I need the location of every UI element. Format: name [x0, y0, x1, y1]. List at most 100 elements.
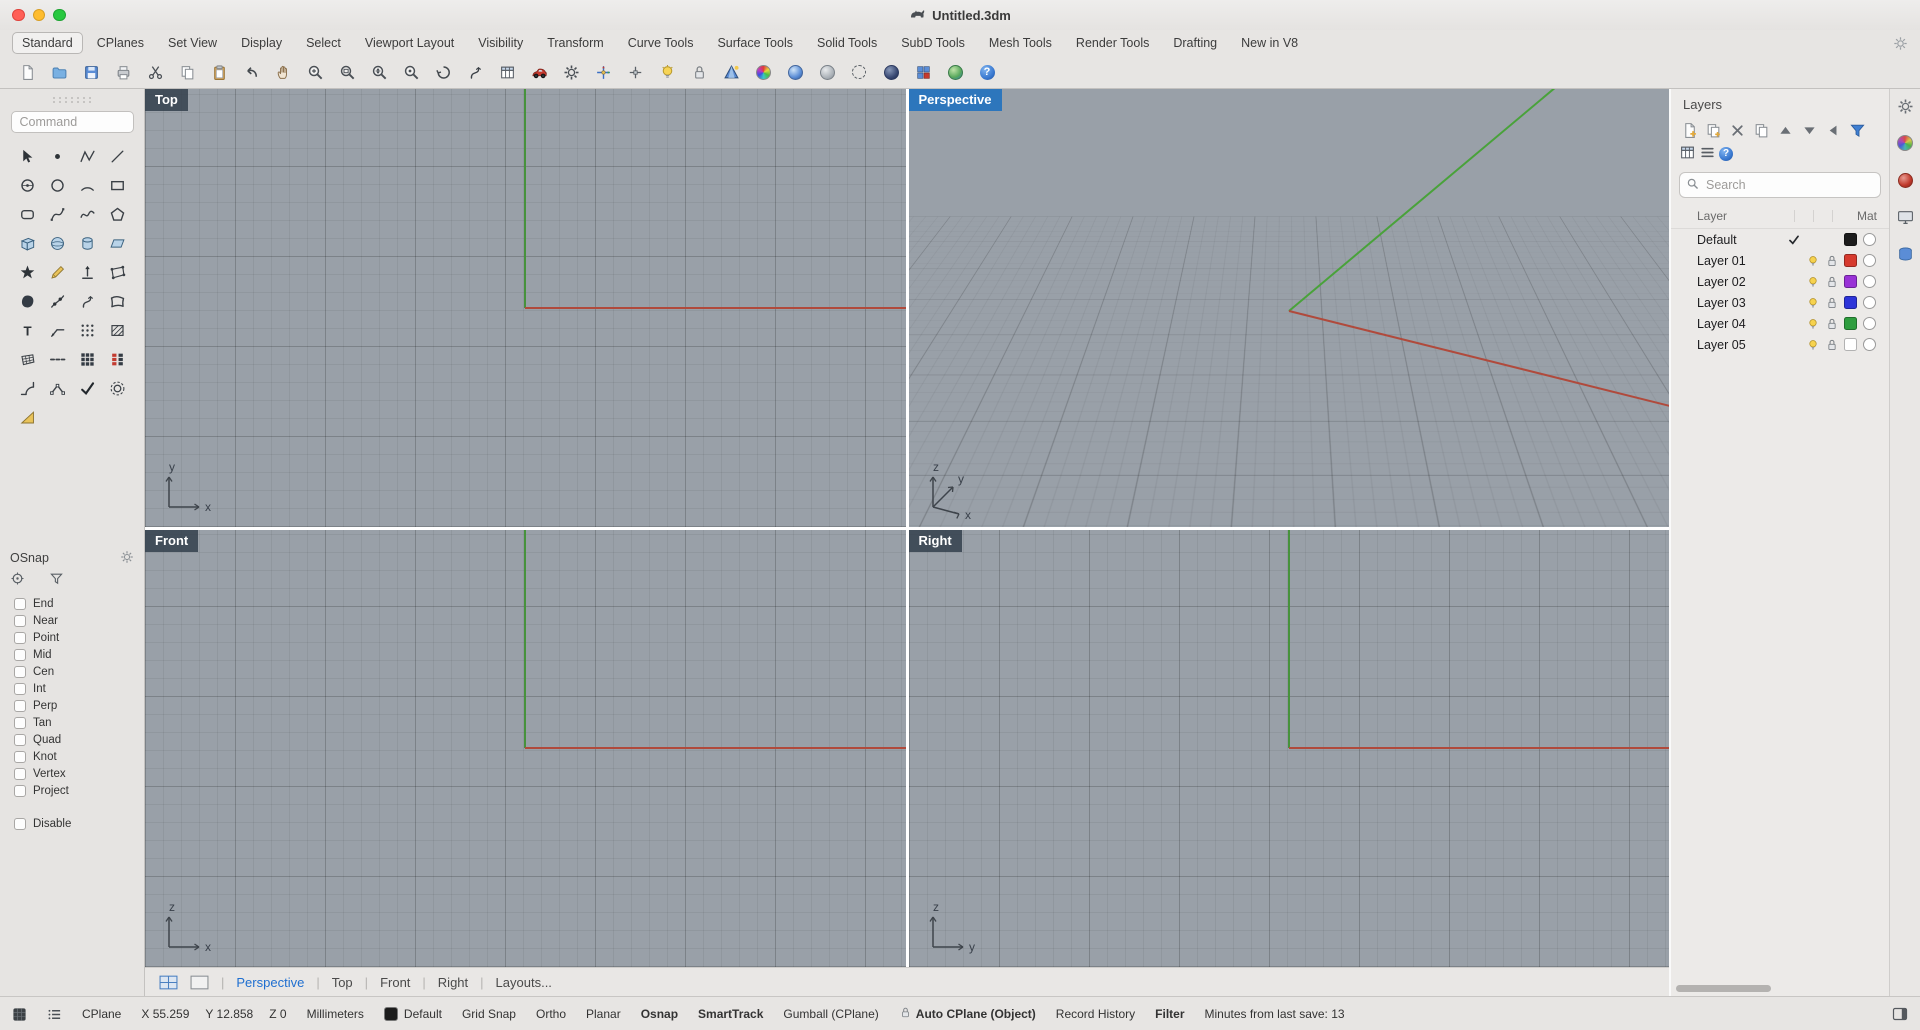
menu-item-set-view[interactable]: Set View: [158, 32, 227, 54]
paste-icon[interactable]: [206, 59, 232, 85]
new-sublayer-icon[interactable]: [1703, 120, 1724, 140]
lock-icon[interactable]: [686, 59, 712, 85]
osnap-tan-checkbox[interactable]: [14, 717, 26, 729]
osnap-int-checkbox[interactable]: [14, 683, 26, 695]
layer-lock-icon[interactable]: [1822, 275, 1841, 289]
osnap-perp-checkbox[interactable]: [14, 700, 26, 712]
osnap-disable-checkbox[interactable]: [14, 818, 26, 830]
layer-visibility-bulb-icon[interactable]: [1803, 296, 1822, 310]
palette-rectangular-array-icon[interactable]: [72, 349, 102, 369]
osnap-settings-icon[interactable]: [120, 550, 134, 567]
layer-color-swatch[interactable]: [1844, 233, 1857, 246]
layer-color-swatch[interactable]: [1844, 338, 1857, 351]
tab-right[interactable]: Right: [438, 975, 468, 990]
palette-surface-grid-icon[interactable]: [12, 349, 42, 369]
new-document-icon[interactable]: [14, 59, 40, 85]
palette-polygon-icon[interactable]: [102, 204, 132, 224]
lamp-icon[interactable]: [654, 59, 680, 85]
panel-toggle-icon[interactable]: [1892, 1006, 1908, 1022]
statusbar-toggle-auto-cplane-object[interactable]: Auto CPlane (Object): [899, 1006, 1036, 1022]
layer-material-circle[interactable]: [1863, 296, 1876, 309]
copy-icon[interactable]: [174, 59, 200, 85]
viewport-front-label[interactable]: Front: [145, 530, 198, 552]
osnap-project-checkbox[interactable]: [14, 785, 26, 797]
rendered-view-icon[interactable]: [878, 59, 904, 85]
layer-visibility-bulb-icon[interactable]: [1803, 317, 1822, 331]
viewport-top[interactable]: Top yx: [145, 89, 906, 527]
osnap-vertex-checkbox[interactable]: [14, 768, 26, 780]
palette-curve-handle-icon[interactable]: [72, 291, 102, 311]
palette-polyline-icon[interactable]: [72, 146, 102, 166]
display-gear-icon[interactable]: [558, 59, 584, 85]
palette-linetype-icon[interactable]: [42, 349, 72, 369]
palette-rectangle-icon[interactable]: [102, 175, 132, 195]
palette-edge-surface-icon[interactable]: [102, 291, 132, 311]
palette-blob-icon[interactable]: [12, 291, 42, 311]
expand-collapse-icon[interactable]: [1823, 120, 1844, 140]
statusbar-toggle-filter[interactable]: Filter: [1155, 1007, 1184, 1021]
menu-item-standard[interactable]: Standard: [12, 32, 83, 54]
statusbar-toggle-gumball-cplane[interactable]: Gumball (CPlane): [783, 1007, 878, 1021]
osnap-snap-icon[interactable]: [10, 571, 25, 589]
osnap-point-checkbox[interactable]: [14, 632, 26, 644]
zoom-extents-icon[interactable]: [366, 59, 392, 85]
object-table-icon[interactable]: [494, 59, 520, 85]
display-mode-icon[interactable]: [12, 1007, 27, 1022]
palette-sphere-icon[interactable]: [42, 233, 72, 253]
zoom-window-icon[interactable]: [334, 59, 360, 85]
single-viewport-layout-icon[interactable]: [190, 975, 209, 990]
osnap-end-checkbox[interactable]: [14, 598, 26, 610]
units-selector[interactable]: Millimeters: [307, 1007, 364, 1021]
palette-offset-icon[interactable]: [102, 378, 132, 398]
layer-search-input[interactable]: [1704, 177, 1874, 193]
print-icon[interactable]: [110, 59, 136, 85]
layer-row-layer-04[interactable]: Layer 04: [1671, 313, 1889, 334]
osnap-knot-checkbox[interactable]: [14, 751, 26, 763]
menu-item-cplanes[interactable]: CPlanes: [87, 32, 154, 54]
menubar-settings-icon[interactable]: [1893, 36, 1908, 51]
new-layer-icon[interactable]: [1679, 120, 1700, 140]
palette-circle-diameter-icon[interactable]: [12, 175, 42, 195]
shaded-view-icon[interactable]: [814, 59, 840, 85]
palette-circle-icon[interactable]: [42, 175, 72, 195]
layer-row-layer-02[interactable]: Layer 02: [1671, 271, 1889, 292]
palette-plane-icon[interactable]: [102, 233, 132, 253]
palette-interpolate-curve-icon[interactable]: [72, 204, 102, 224]
layer-row-default[interactable]: Default: [1671, 229, 1889, 250]
palette-hatch-icon[interactable]: [102, 320, 132, 340]
zoom-dynamic-icon[interactable]: [302, 59, 328, 85]
move-down-icon[interactable]: [1799, 120, 1820, 140]
rotate-view-icon[interactable]: [430, 59, 456, 85]
layer-color-swatch[interactable]: [1844, 275, 1857, 288]
duplicate-layer-icon[interactable]: [1751, 120, 1772, 140]
panel-display-icon[interactable]: [1894, 206, 1916, 228]
layer-help-icon[interactable]: ?: [1719, 147, 1733, 161]
statusbar-toggle-grid-snap[interactable]: Grid Snap: [462, 1007, 516, 1021]
render-preview-icon[interactable]: [782, 59, 808, 85]
panel-materials-icon[interactable]: [1894, 169, 1916, 191]
command-history-icon[interactable]: [47, 1007, 62, 1022]
tab-layouts[interactable]: Layouts...: [496, 975, 552, 990]
layer-color-swatch[interactable]: [1844, 317, 1857, 330]
minimize-button[interactable]: [33, 9, 46, 22]
osnap-quad-checkbox[interactable]: [14, 734, 26, 746]
osnap-cen-checkbox[interactable]: [14, 666, 26, 678]
palette-drag-handle[interactable]: [51, 96, 93, 104]
layer-color-swatch[interactable]: [1844, 254, 1857, 267]
palette-linear-array-icon[interactable]: [102, 349, 132, 369]
statusbar-toggle-record-history[interactable]: Record History: [1056, 1007, 1135, 1021]
menu-item-transform[interactable]: Transform: [537, 32, 614, 54]
palette-curve-from-objects-icon[interactable]: [12, 262, 42, 282]
palette-leader-icon[interactable]: [42, 320, 72, 340]
ghosted-view-icon[interactable]: [846, 59, 872, 85]
layer-table-icon[interactable]: [1679, 144, 1696, 164]
palette-sketch-icon[interactable]: [42, 262, 72, 282]
statusbar-toggle-ortho[interactable]: Ortho: [536, 1007, 566, 1021]
car-icon[interactable]: [526, 59, 552, 85]
open-file-icon[interactable]: [46, 59, 72, 85]
menu-item-drafting[interactable]: Drafting: [1163, 32, 1227, 54]
layer-material-circle[interactable]: [1863, 317, 1876, 330]
palette-extrude-curve-icon[interactable]: [72, 262, 102, 282]
layer-visibility-bulb-icon[interactable]: [1803, 338, 1822, 352]
palette-text-icon[interactable]: T: [12, 320, 42, 340]
